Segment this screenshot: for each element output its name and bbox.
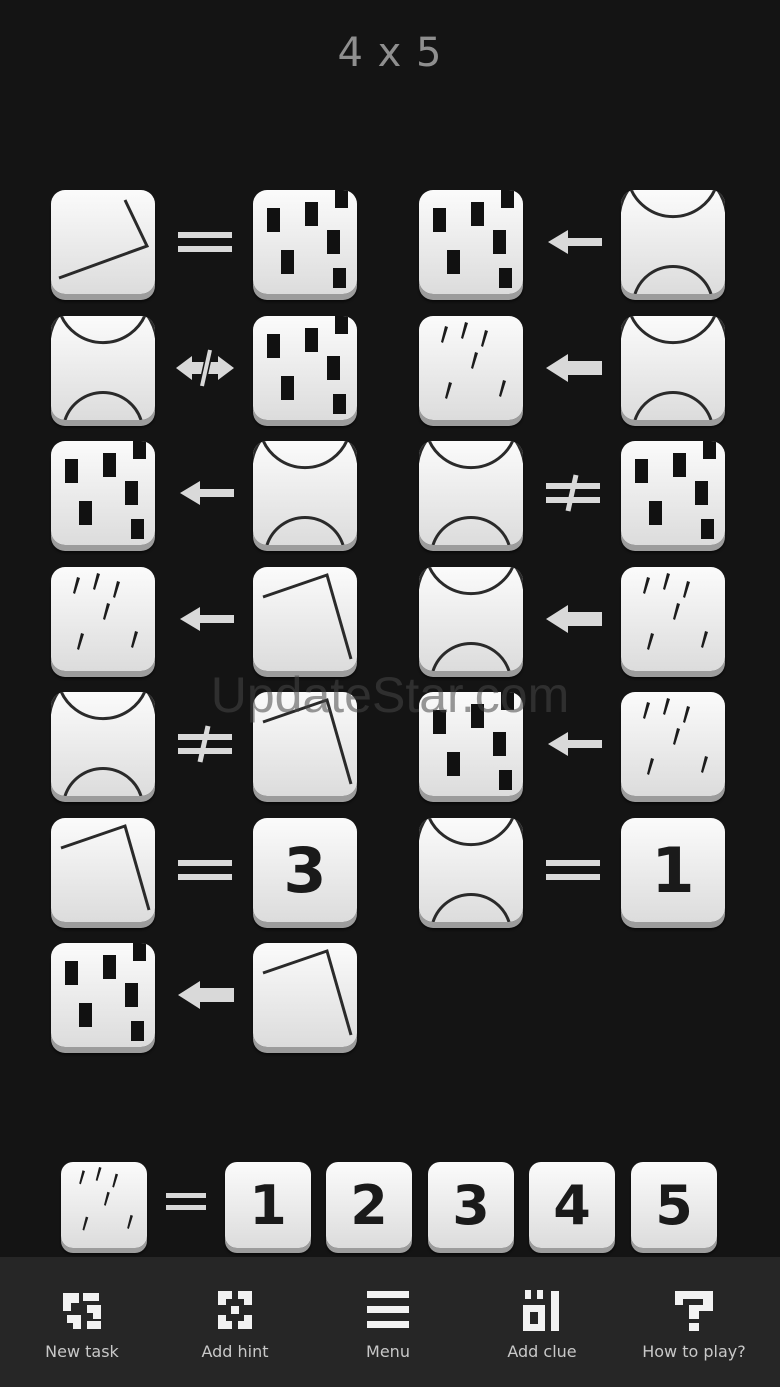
add-hint-label: Add hint <box>201 1342 269 1361</box>
equals-icon <box>172 222 238 262</box>
number-tile[interactable]: 4 <box>529 1162 615 1248</box>
angle-icon <box>262 698 353 785</box>
left-arrow-icon <box>172 473 238 513</box>
number-tile[interactable]: 2 <box>326 1162 412 1248</box>
blocks-icon <box>65 943 146 1041</box>
equals-icon <box>172 850 238 890</box>
symbol-tile[interactable] <box>419 567 523 671</box>
answer-row: 12345 <box>0 1150 780 1250</box>
symbol-tile[interactable] <box>419 190 523 294</box>
new-task-label: New task <box>45 1342 119 1361</box>
left-arrow-icon <box>540 222 606 262</box>
rain-icon <box>643 573 708 650</box>
tile-number: 3 <box>452 1173 490 1237</box>
equals-icon <box>166 1190 206 1218</box>
number-tile[interactable]: 5 <box>631 1162 717 1248</box>
arcs-icon <box>51 316 155 420</box>
arcs-icon <box>419 567 523 671</box>
new-task-button[interactable]: New task <box>4 1257 160 1387</box>
number-tile[interactable]: 1 <box>621 818 725 922</box>
tile-number: 2 <box>350 1173 388 1237</box>
symbol-tile[interactable] <box>419 441 523 545</box>
symbol-tile[interactable] <box>253 692 357 796</box>
angle-icon <box>262 949 353 1036</box>
symbol-tile[interactable] <box>51 943 155 1047</box>
blocks-icon <box>65 441 146 539</box>
symbol-tile[interactable] <box>621 692 725 796</box>
menu-label: Menu <box>366 1342 410 1361</box>
arcs-icon <box>419 818 523 922</box>
arcs-icon <box>253 441 357 545</box>
arcs-icon <box>51 692 155 796</box>
angle-icon <box>262 573 353 660</box>
add-clue-button[interactable]: Add clue <box>464 1257 620 1387</box>
rain-icon <box>441 322 506 399</box>
add-clue-icon <box>523 1290 559 1331</box>
symbol-tile[interactable] <box>253 441 357 545</box>
tile-number: 1 <box>249 1173 287 1237</box>
rain-icon <box>73 573 138 650</box>
left-arrow-bold-icon <box>172 975 238 1015</box>
symbol-tile[interactable] <box>51 567 155 671</box>
blocks-icon <box>433 190 514 288</box>
equals-icon <box>540 850 606 890</box>
not-equal-icon <box>540 473 606 513</box>
blocks-icon <box>267 316 348 414</box>
symbol-tile[interactable] <box>621 441 725 545</box>
symbol-tile[interactable] <box>51 441 155 545</box>
diagonal-line-icon <box>58 199 150 280</box>
how-to-play-icon <box>675 1291 713 1331</box>
clue-board: 31 <box>0 0 780 1100</box>
symbol-tile[interactable] <box>419 316 523 420</box>
symbol-tile[interactable] <box>419 692 523 796</box>
symbol-tile[interactable] <box>253 190 357 294</box>
symbol-tile[interactable] <box>51 190 155 294</box>
new-task-icon <box>63 1293 101 1329</box>
rain-icon <box>79 1166 133 1231</box>
blocks-icon <box>433 692 514 790</box>
left-arrow-icon <box>540 724 606 764</box>
arcs-icon <box>621 190 725 294</box>
tile-number: 5 <box>655 1173 693 1237</box>
symbol-tile[interactable] <box>621 316 725 420</box>
tile-number: 1 <box>651 833 695 907</box>
add-hint-icon <box>218 1291 252 1329</box>
menu-button[interactable]: Menu <box>310 1257 466 1387</box>
symbol-tile[interactable] <box>51 818 155 922</box>
how-to-play-button[interactable]: How to play? <box>616 1257 772 1387</box>
how-to-play-label: How to play? <box>642 1342 746 1361</box>
symbol-tile[interactable] <box>51 692 155 796</box>
left-arrow-icon <box>172 599 238 639</box>
symbol-tile[interactable] <box>253 943 357 1047</box>
not-adjacent-icon <box>172 348 238 388</box>
symbol-tile[interactable] <box>253 567 357 671</box>
add-hint-button[interactable]: Add hint <box>157 1257 313 1387</box>
tile-number: 3 <box>283 833 327 907</box>
left-arrow-bold-icon <box>540 348 606 388</box>
symbol-tile[interactable] <box>253 316 357 420</box>
arcs-icon <box>621 316 725 420</box>
arcs-icon <box>419 441 523 545</box>
number-tile[interactable]: 3 <box>428 1162 514 1248</box>
not-equal-icon <box>172 724 238 764</box>
tile-number: 4 <box>553 1173 591 1237</box>
left-arrow-bold-icon <box>540 599 606 639</box>
symbol-tile[interactable] <box>621 567 725 671</box>
angle-icon <box>60 824 151 911</box>
symbol-tile[interactable] <box>419 818 523 922</box>
menu-icon <box>367 1291 409 1328</box>
blocks-icon <box>267 190 348 288</box>
number-tile[interactable]: 1 <box>225 1162 311 1248</box>
rain-icon <box>643 698 708 775</box>
add-clue-label: Add clue <box>507 1342 577 1361</box>
symbol-tile[interactable] <box>51 316 155 420</box>
bottom-toolbar: New task Add hint Menu Add clue How to p… <box>0 1257 780 1387</box>
number-tile[interactable]: 3 <box>253 818 357 922</box>
blocks-icon <box>635 441 716 539</box>
symbol-tile[interactable] <box>621 190 725 294</box>
symbol-tile[interactable] <box>61 1162 147 1248</box>
